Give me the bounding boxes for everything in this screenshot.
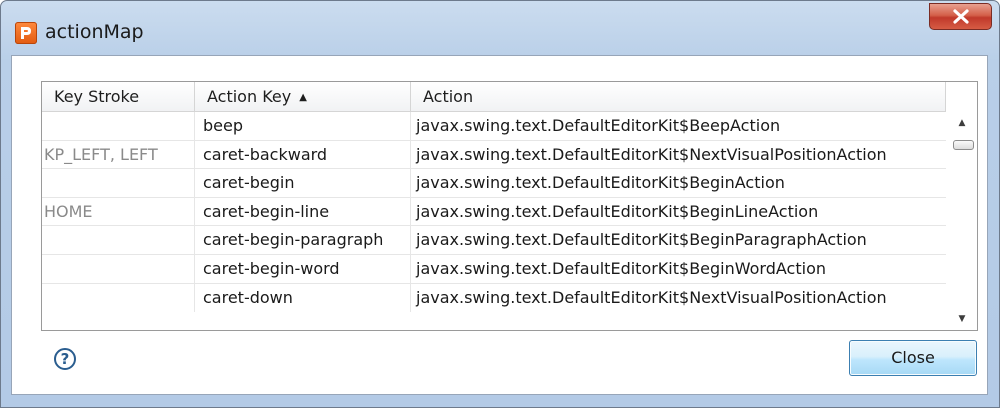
action-key-cell: caret-begin-line	[195, 197, 411, 226]
column-header-action[interactable]: Action	[411, 82, 946, 111]
dialog-window: actionMap Key Stroke Action Key▲ Action	[0, 0, 1000, 408]
app-logo-icon	[15, 22, 37, 44]
table-row[interactable]: beep javax.swing.text.DefaultEditorKit$B…	[42, 112, 946, 141]
action-cell: javax.swing.text.DefaultEditorKit$BeginP…	[416, 230, 867, 250]
table-row[interactable]: caret-down javax.swing.text.DefaultEdito…	[42, 283, 946, 313]
scrollbar-thumb[interactable]	[953, 140, 974, 150]
key-stroke-cell: HOME	[42, 197, 195, 226]
action-cell: javax.swing.text.DefaultEditorKit$NextVi…	[416, 287, 887, 307]
help-icon[interactable]: ?	[54, 348, 76, 370]
column-header-key-stroke[interactable]: Key Stroke	[42, 82, 195, 111]
close-button[interactable]: Close	[849, 340, 977, 376]
action-key-cell: caret-backward	[195, 140, 411, 169]
sort-ascending-icon: ▲	[299, 92, 307, 103]
action-key-cell: caret-down	[195, 283, 411, 312]
action-cell: javax.swing.text.DefaultEditorKit$BeginW…	[416, 258, 826, 278]
action-cell: javax.swing.text.DefaultEditorKit$NextVi…	[416, 144, 887, 164]
scroll-up-arrow-icon[interactable]: ▲	[947, 112, 977, 134]
action-key-cell: caret-begin-paragraph	[195, 226, 411, 255]
table-row[interactable]: caret-begin-paragraph javax.swing.text.D…	[42, 226, 946, 255]
key-stroke-cell	[42, 283, 195, 312]
action-key-cell: caret-begin	[195, 169, 411, 198]
title-bar[interactable]: actionMap	[1, 1, 999, 55]
key-stroke-cell	[42, 169, 195, 198]
table-header: Key Stroke Action Key ▲ Action	[42, 82, 946, 112]
close-icon	[953, 9, 969, 24]
action-cell: javax.swing.text.DefaultEditorKit$BeginA…	[416, 173, 785, 193]
dialog-content: Key Stroke Action Key ▲ Action beep javax…	[11, 55, 988, 395]
scroll-down-arrow-icon[interactable]: ▼	[947, 308, 977, 330]
table-body: beep javax.swing.text.DefaultEditorKit$B…	[42, 112, 946, 312]
action-key-cell: beep	[195, 112, 411, 140]
table-row[interactable]: caret-begin-word javax.swing.text.Defaul…	[42, 254, 946, 284]
action-cell: javax.swing.text.DefaultEditorKit$BeginL…	[416, 201, 819, 221]
vertical-scrollbar[interactable]: ▲ ▼	[947, 112, 977, 330]
table-row[interactable]: HOME caret-begin-line javax.swing.text.D…	[42, 197, 946, 227]
key-stroke-cell	[42, 254, 195, 283]
table-row[interactable]: KP_LEFT, LEFT caret-backward javax.swing…	[42, 140, 946, 170]
window-title: actionMap	[45, 21, 144, 43]
key-stroke-cell	[42, 226, 195, 255]
column-header-action-key[interactable]: Action Key ▲	[195, 82, 411, 111]
action-key-cell: caret-begin-word	[195, 254, 411, 283]
key-stroke-cell: KP_LEFT, LEFT	[42, 140, 195, 169]
action-map-table: Key Stroke Action Key ▲ Action beep javax…	[41, 81, 978, 331]
action-cell: javax.swing.text.DefaultEditorKit$BeepAc…	[416, 116, 781, 135]
window-close-button[interactable]	[929, 3, 992, 30]
table-row[interactable]: caret-begin javax.swing.text.DefaultEdit…	[42, 169, 946, 198]
key-stroke-cell	[42, 112, 195, 140]
